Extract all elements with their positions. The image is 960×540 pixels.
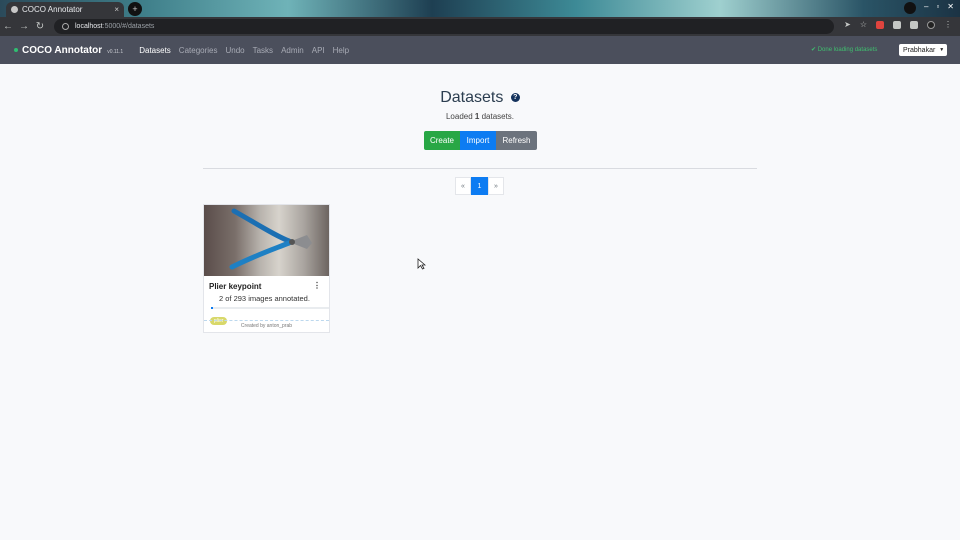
nav-links: Datasets Categories Undo Tasks Admin API Help xyxy=(139,46,349,55)
url-path: :5000/#/datasets xyxy=(102,23,155,30)
close-window-icon[interactable]: ✕ xyxy=(947,2,954,14)
brand-icon xyxy=(14,48,18,52)
mouse-cursor-icon xyxy=(417,258,426,270)
plier-image xyxy=(229,208,312,270)
favicon-icon xyxy=(11,6,18,13)
help-icon[interactable]: ? xyxy=(510,93,520,103)
user-name: Prabhakar xyxy=(903,46,936,54)
caret-down-icon: ▼ xyxy=(939,47,945,53)
divider xyxy=(203,168,757,169)
send-icon[interactable]: ➤ xyxy=(844,20,851,29)
reload-icon[interactable]: ↻ xyxy=(32,21,48,32)
page-title: Datasets xyxy=(440,89,504,106)
minimize-icon[interactable]: – xyxy=(924,2,928,14)
forward-icon[interactable]: → xyxy=(16,21,32,32)
dataset-card[interactable]: Plier keypoint ⋮ 2 of 293 images annotat… xyxy=(203,204,330,333)
dataset-creator: Created by anton_prab xyxy=(204,320,329,332)
refresh-button[interactable]: Refresh xyxy=(496,131,537,150)
app-navbar: COCO Annotator v0.11.1 Datasets Categorie… xyxy=(0,36,960,64)
browser-tab-bar: COCO Annotator × + – ▫ ✕ xyxy=(0,0,960,17)
nav-link-admin[interactable]: Admin xyxy=(281,46,304,55)
nav-link-undo[interactable]: Undo xyxy=(225,46,244,55)
url-host: localhost xyxy=(75,23,103,30)
bookmark-star-icon[interactable]: ☆ xyxy=(860,20,867,29)
page-header: Datasets ? xyxy=(0,89,960,107)
nav-link-categories[interactable]: Categories xyxy=(179,46,218,55)
puzzle-icon[interactable] xyxy=(893,20,901,29)
kebab-menu-icon[interactable]: ⋮ xyxy=(944,20,952,29)
dataset-actions: Create Import Refresh xyxy=(424,131,537,150)
window-controls: – ▫ ✕ xyxy=(904,2,954,14)
browser-tab-title: COCO Annotator xyxy=(22,5,83,14)
maximize-icon[interactable]: ▫ xyxy=(936,2,939,14)
extension-red-icon[interactable] xyxy=(876,20,884,29)
dataset-thumbnail[interactable] xyxy=(204,205,329,276)
profile-avatar-icon[interactable] xyxy=(927,20,935,29)
loaded-prefix: Loaded xyxy=(445,112,475,121)
nav-link-tasks[interactable]: Tasks xyxy=(253,46,273,55)
nav-link-datasets[interactable]: Datasets xyxy=(139,46,171,55)
annotation-count: 2 of 293 images annotated. xyxy=(219,294,310,303)
address-input[interactable]: localhost:5000/#/datasets xyxy=(54,19,834,34)
back-icon[interactable]: ← xyxy=(0,21,16,32)
pagination-prev[interactable]: « xyxy=(455,177,471,195)
nav-link-api[interactable]: API xyxy=(312,46,325,55)
nav-link-help[interactable]: Help xyxy=(333,46,349,55)
sidepanel-icon[interactable] xyxy=(910,20,918,29)
create-button[interactable]: Create xyxy=(424,131,460,150)
status-message: ✔ Done loading datasets xyxy=(811,47,878,53)
profile-icon[interactable] xyxy=(904,2,916,14)
site-info-icon[interactable] xyxy=(62,23,69,30)
close-tab-icon[interactable]: × xyxy=(114,5,119,14)
dataset-name[interactable]: Plier keypoint xyxy=(209,282,324,291)
new-tab-button[interactable]: + xyxy=(128,2,142,16)
pagination-next[interactable]: » xyxy=(488,177,504,195)
browser-toolbar: ← → ↻ localhost:5000/#/datasets ➤ ☆ ⋮ xyxy=(0,17,960,36)
pagination: « 1 » xyxy=(455,177,504,195)
version-label: v0.11.1 xyxy=(107,48,124,55)
browser-tab[interactable]: COCO Annotator × xyxy=(6,2,124,17)
annotation-progress-fill xyxy=(211,307,213,309)
dataset-menu-icon[interactable]: ⋮ xyxy=(313,281,321,290)
pagination-page[interactable]: 1 xyxy=(471,177,488,195)
extension-icons: ➤ ☆ ⋮ xyxy=(844,20,952,29)
loaded-summary: Loaded 1 datasets. xyxy=(0,112,960,121)
user-dropdown-button[interactable]: Prabhakar ▼ xyxy=(899,44,947,56)
loaded-suffix: datasets. xyxy=(479,112,515,121)
annotation-progress xyxy=(211,307,329,309)
brand-title[interactable]: COCO Annotator xyxy=(22,45,102,56)
import-button[interactable]: Import xyxy=(460,131,496,150)
